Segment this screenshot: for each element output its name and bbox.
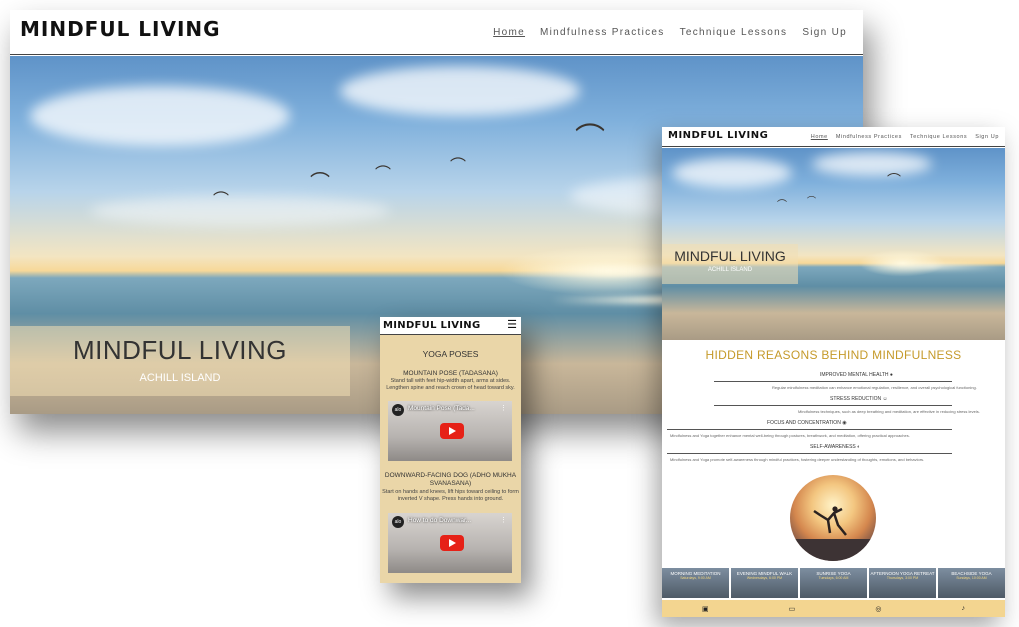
- accordion-body: Mindfulness and Yoga together enhance me…: [670, 433, 910, 438]
- nav-home[interactable]: Home: [811, 134, 828, 140]
- facebook-icon[interactable]: ▣: [702, 605, 709, 613]
- nav-mindfulness-practices[interactable]: Mindfulness Practices: [540, 27, 665, 38]
- hero-caption: MINDFUL LIVING ACHILL ISLAND: [10, 326, 350, 396]
- section-title: YOGA POSES: [422, 349, 479, 359]
- divider: [714, 381, 952, 382]
- video-title: Mountain Pose (Tada...: [408, 405, 475, 412]
- accordion-title[interactable]: FOCUS AND CONCENTRATION ◉: [767, 420, 847, 426]
- site-logo[interactable]: MINDFUL LIVING: [668, 130, 768, 141]
- site-logo[interactable]: MINDFUL LIVING: [20, 17, 221, 41]
- cloud: [30, 86, 290, 146]
- pose-name: DOWNWARD-FACING DOG (ADHO MUKHA SVANASAN…: [384, 472, 517, 487]
- accordion-title[interactable]: IMPROVED MENTAL HEALTH ●: [820, 372, 893, 378]
- hero-image: ⌒ ⌒ ⌒ MINDFUL LIVING ACHILL ISLAND: [662, 148, 1005, 340]
- smile-icon: ☺: [882, 396, 888, 402]
- accordion-title[interactable]: STRESS REDUCTION ☺: [830, 396, 888, 402]
- brain-icon: ●: [889, 372, 893, 378]
- seagull-icon: ⌒: [310, 170, 330, 194]
- navbar: MINDFUL LIVING Home Mindfulness Practice…: [662, 127, 1005, 147]
- site-logo[interactable]: MINDFUL LIVING: [383, 320, 480, 331]
- cloud: [672, 158, 792, 188]
- seagull-icon: ⌒: [575, 122, 605, 157]
- pose-description: Start on hands and knees, lift hips towa…: [382, 489, 519, 502]
- divider: [667, 429, 952, 430]
- hero-title: MINDFUL LIVING: [674, 248, 786, 264]
- video-title: How to do Downwar...: [408, 517, 472, 524]
- hero-caption: MINDFUL LIVING ACHILL ISLAND: [662, 244, 798, 284]
- nav-mindfulness-practices[interactable]: Mindfulness Practices: [836, 134, 902, 140]
- sea-glint: [862, 263, 1002, 269]
- seagull-icon: ⌒: [450, 156, 467, 175]
- nav-links: Home Mindfulness Practices Technique Les…: [493, 27, 847, 38]
- play-button-icon[interactable]: [440, 535, 464, 551]
- event-card[interactable]: SUNRISE YOGA Tuesdays, 6:00 AM: [800, 568, 867, 598]
- tiktok-icon[interactable]: ♪: [961, 605, 965, 612]
- divider: [667, 453, 952, 454]
- navbar: MINDFUL LIVING ☰: [380, 317, 521, 335]
- video-embed[interactable]: alo How to do Downwar... ⋮: [388, 513, 512, 573]
- more-options-icon[interactable]: ⋮: [500, 404, 507, 412]
- accordion-title[interactable]: SELF-AWARENESS ◐: [810, 444, 860, 450]
- mockup-stage: MINDFUL LIVING Home Mindfulness Practice…: [0, 0, 1019, 627]
- nav-sign-up[interactable]: Sign Up: [975, 134, 999, 140]
- pose-name: MOUNTAIN POSE (TADASANA): [403, 370, 498, 377]
- hero-subtitle: ACHILL ISLAND: [139, 372, 221, 384]
- nav-links: Home Mindfulness Practices Technique Les…: [811, 134, 999, 140]
- cloud: [340, 66, 580, 116]
- seagull-icon: ⌒: [213, 190, 230, 209]
- tablet-mockup: MINDFUL LIVING Home Mindfulness Practice…: [662, 127, 1005, 617]
- cloud: [90, 196, 390, 226]
- phone-mockup: MINDFUL LIVING ☰ YOGA POSES MOUNTAIN POS…: [380, 317, 521, 583]
- section-heading: HIDDEN REASONS BEHIND MINDFULNESS: [705, 348, 962, 362]
- nav-technique-lessons[interactable]: Technique Lessons: [910, 134, 967, 140]
- hero-title: MINDFUL LIVING: [72, 335, 288, 365]
- event-card[interactable]: AFTERNOON YOGA RETREAT Thursdays, 3:00 PM: [869, 568, 936, 598]
- hamburger-menu-icon[interactable]: ☰: [507, 320, 517, 331]
- events-strip: MORNING MEDITATION Saturdays, 9:00 AM EVE…: [662, 568, 1005, 598]
- channel-avatar-icon: alo: [392, 404, 404, 416]
- yoga-sunset-image: [790, 475, 876, 561]
- video-embed[interactable]: alo Mountain Pose (Tada... ⋮: [388, 401, 512, 461]
- accordion-body: Mindfulness techniques, such as deep bre…: [798, 409, 980, 414]
- event-card[interactable]: EVENING MINDFUL WALK Wednesdays, 6:00 PM: [731, 568, 798, 598]
- cloud: [812, 152, 932, 176]
- event-card[interactable]: MORNING MEDITATION Saturdays, 9:00 AM: [662, 568, 729, 598]
- seagull-icon: ⌒: [375, 164, 392, 183]
- play-button-icon[interactable]: [440, 423, 464, 439]
- half-circle-icon: ◐: [857, 444, 861, 450]
- nav-home[interactable]: Home: [493, 27, 525, 38]
- seagull-icon: ⌒: [887, 173, 901, 189]
- instagram-icon[interactable]: ◎: [875, 605, 881, 613]
- accordion-body: Mindfulness and Yoga promote self-awaren…: [670, 457, 925, 462]
- footer: ▣ ▭ ◎ ♪: [662, 600, 1005, 617]
- youtube-icon[interactable]: ▭: [789, 605, 796, 613]
- nav-technique-lessons[interactable]: Technique Lessons: [680, 27, 788, 38]
- seagull-icon: ⌒: [807, 197, 817, 207]
- hero-subtitle: ACHILL ISLAND: [707, 267, 753, 273]
- accordion-body: Regular mindfulness meditation can enhan…: [772, 385, 977, 390]
- more-options-icon[interactable]: ⋮: [500, 516, 507, 524]
- divider: [714, 405, 952, 406]
- yoga-silhouette-icon: [790, 506, 876, 561]
- seagull-icon: ⌒: [777, 200, 787, 211]
- eye-icon: ◉: [842, 420, 847, 426]
- navbar: MINDFUL LIVING Home Mindfulness Practice…: [10, 10, 863, 55]
- nav-sign-up[interactable]: Sign Up: [802, 27, 847, 38]
- event-card[interactable]: BEACHSIDE YOGA Sundays, 10:00 AM: [938, 568, 1005, 598]
- pose-description: Stand tall with feet hip-width apart, ar…: [386, 378, 515, 391]
- channel-avatar-icon: alo: [392, 516, 404, 528]
